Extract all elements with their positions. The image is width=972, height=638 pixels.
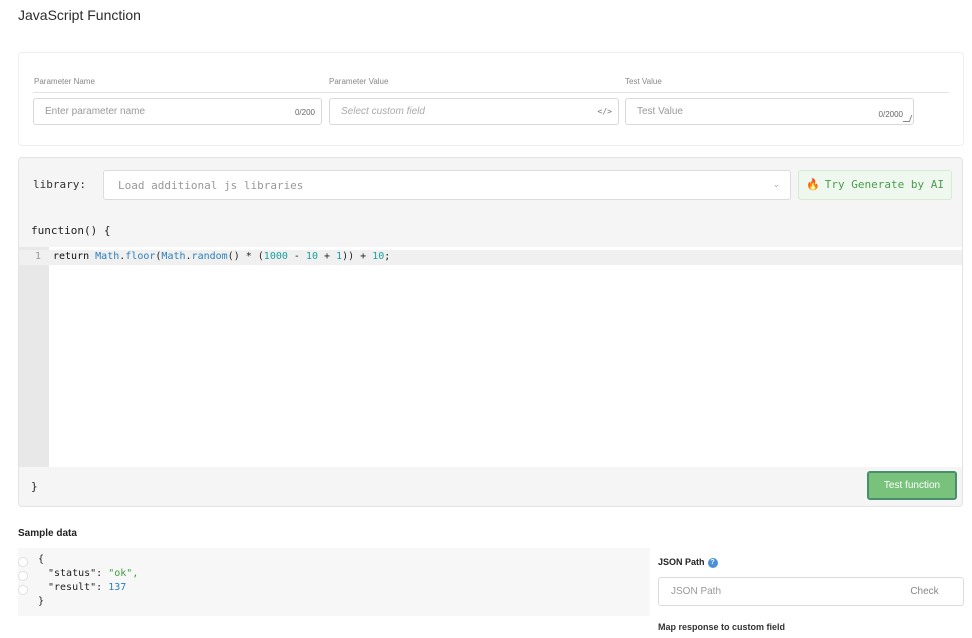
help-icon[interactable]: ? — [707, 557, 718, 568]
chevron-down-icon: ⌄ — [772, 179, 780, 189]
parameter-name-header: Parameter Name — [34, 77, 95, 86]
header-divider — [33, 92, 949, 93]
line-number: 1 — [35, 251, 42, 262]
function-editor-panel: library: Load additional js libraries ⌄ … — [18, 157, 963, 507]
parameter-value-placeholder: Select custom field — [341, 106, 425, 117]
try-generate-ai-button[interactable]: 🔥 Try Generate by AI — [798, 170, 952, 200]
json-status-line: "status": "ok", — [48, 568, 139, 579]
json-path-label: JSON Path? — [658, 557, 718, 568]
test-value-counter: 0/2000 — [878, 110, 903, 119]
parameter-card: Parameter Name Parameter Value Test Valu… — [18, 52, 964, 146]
test-value-placeholder: Test Value — [637, 106, 683, 117]
line-radio[interactable] — [18, 571, 28, 581]
json-path-input[interactable]: JSON Path — [658, 577, 887, 606]
map-response-label: Map response to custom field — [658, 622, 786, 632]
parameter-value-header: Parameter Value — [329, 77, 389, 86]
json-path-placeholder: JSON Path — [671, 586, 722, 597]
page-title: JavaScript Function — [18, 7, 141, 23]
test-value-textarea[interactable]: Test Value 0/2000 — [625, 98, 914, 125]
function-header: function() { — [19, 215, 962, 245]
line-gutter — [19, 247, 49, 467]
function-footer: } Test function — [19, 467, 962, 507]
line-radio[interactable] — [18, 557, 28, 567]
check-button[interactable]: Check — [886, 577, 964, 606]
json-result-line: "result": 137 — [48, 582, 127, 593]
test-function-button[interactable]: Test function — [867, 471, 957, 500]
parameter-name-input[interactable]: Enter parameter name 0/200 — [33, 98, 322, 125]
library-placeholder: Load additional js libraries — [118, 179, 304, 192]
parameter-name-counter: 0/200 — [294, 108, 315, 117]
ai-button-label: Try Generate by AI — [824, 178, 944, 191]
function-open-text: function() { — [31, 224, 111, 237]
resize-handle-icon[interactable] — [902, 115, 913, 122]
line-radio[interactable] — [18, 585, 28, 595]
code-icon[interactable]: </> — [598, 107, 612, 116]
json-close: } — [38, 596, 45, 607]
function-close-text: } — [31, 480, 38, 493]
parameter-name-placeholder: Enter parameter name — [45, 106, 146, 117]
library-label: library: — [33, 178, 86, 191]
sample-data-title: Sample data — [18, 528, 77, 539]
code-line[interactable]: return Math.floor(Math.random() * (1000 … — [53, 251, 390, 262]
parameter-value-select[interactable]: Select custom field </> — [329, 98, 619, 125]
sample-data-viewer: { "status": "ok", "result": 137 } — [18, 548, 650, 616]
code-editor[interactable]: 1 return Math.floor(Math.random() * (100… — [19, 247, 962, 467]
test-value-header: Test Value — [625, 77, 662, 86]
json-open: { — [38, 554, 45, 565]
flame-icon: 🔥 — [806, 178, 820, 191]
library-select[interactable]: Load additional js libraries ⌄ — [103, 170, 791, 200]
